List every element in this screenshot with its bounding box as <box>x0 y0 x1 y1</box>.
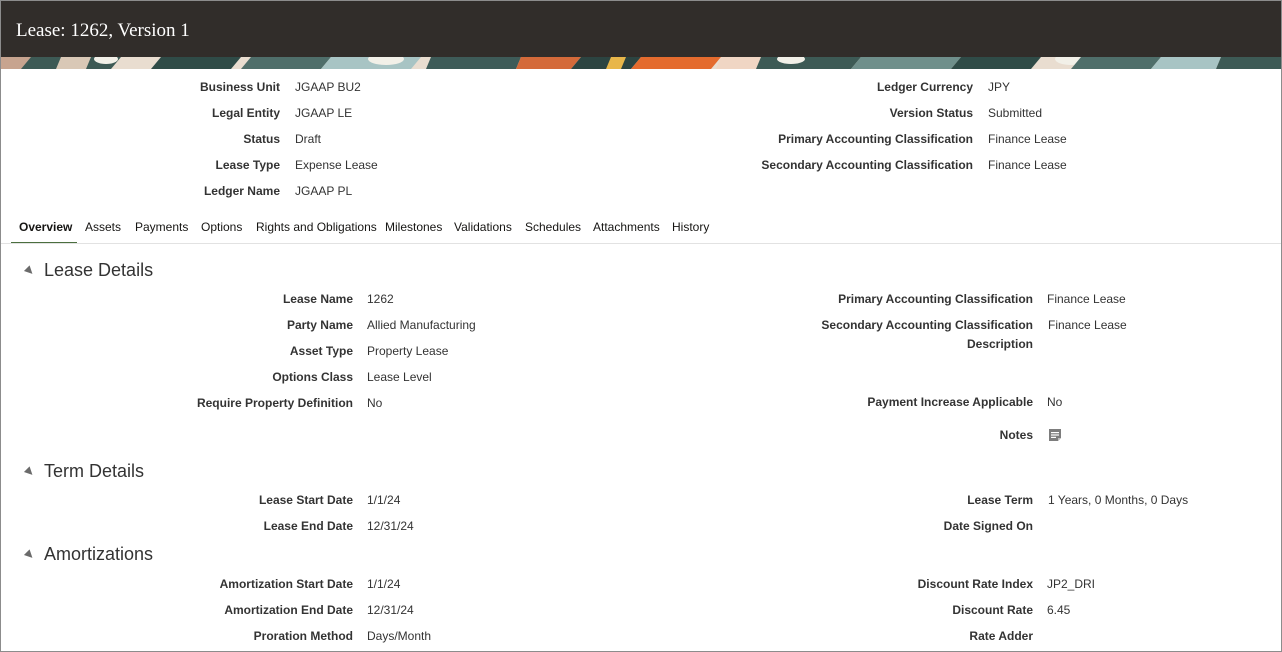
field-label: Notes <box>999 428 1033 442</box>
primary-accounting-classification-value: Finance Lease <box>1047 292 1126 306</box>
secondary-accounting-classification-value: Finance Lease <box>1048 318 1127 332</box>
version-status-value: Submitted <box>988 106 1043 120</box>
collapse-triangle-icon[interactable] <box>23 265 36 277</box>
field-label: Discount Rate Index <box>917 577 1033 591</box>
field-label: Lease End Date <box>263 519 353 533</box>
field-label: Lease Type <box>215 158 280 172</box>
section-title: Term Details <box>44 461 145 481</box>
tab-payments[interactable]: Payments <box>135 213 188 244</box>
require-property-definition-value: No <box>367 396 383 410</box>
field-label: Proration Method <box>253 629 353 643</box>
payment-increase-applicable-value: No <box>1047 395 1063 409</box>
field-label: Rate Adder <box>969 629 1033 643</box>
field-label: Amortization End Date <box>224 603 353 617</box>
lease-type-value: Expense Lease <box>295 158 378 172</box>
legal-entity-value: JGAAP LE <box>295 106 353 120</box>
decorative-banner <box>1 57 1281 69</box>
field-label: Date Signed On <box>943 519 1033 533</box>
amortization-start-date-value: 1/1/24 <box>367 577 401 591</box>
collapse-triangle-icon[interactable] <box>23 549 36 561</box>
lease-end-date-value: 12/31/24 <box>367 519 414 533</box>
notes-icon[interactable] <box>1048 428 1062 442</box>
field-label: Amortization Start Date <box>219 577 353 591</box>
field-label: Lease Name <box>282 292 353 306</box>
secondary-accounting-classification-value: Finance Lease <box>988 158 1067 172</box>
field-label: Description <box>966 337 1033 351</box>
banner-pattern-icon <box>1 57 1281 69</box>
options-class-value: Lease Level <box>367 370 432 384</box>
field-label: Business Unit <box>199 80 280 94</box>
lease-name-value: 1262 <box>367 292 394 306</box>
field-label: Ledger Name <box>203 184 280 198</box>
field-label: Asset Type <box>289 344 353 358</box>
business-unit-value: JGAAP BU2 <box>295 80 361 94</box>
lease-page: Lease: 1262, Version 1 Business Unit JGA… <box>0 0 1282 652</box>
tab-schedules[interactable]: Schedules <box>525 213 581 244</box>
party-name-value: Allied Manufacturing <box>367 318 476 332</box>
primary-accounting-classification-value: Finance Lease <box>988 132 1067 146</box>
tab-validations[interactable]: Validations <box>454 213 512 244</box>
field-label: Discount Rate <box>952 603 1033 617</box>
tab-divider <box>1 243 1281 244</box>
tab-assets[interactable]: Assets <box>85 213 121 244</box>
asset-type-value: Property Lease <box>367 344 449 358</box>
tab-milestones[interactable]: Milestones <box>385 213 442 244</box>
field-label: Primary Accounting Classification <box>838 292 1033 306</box>
tab-attachments[interactable]: Attachments <box>593 213 660 244</box>
field-label: Payment Increase Applicable <box>867 395 1033 409</box>
section-title: Amortizations <box>44 544 154 564</box>
title-bar: Lease: 1262, Version 1 <box>1 1 1281 57</box>
status-value: Draft <box>295 132 322 146</box>
field-label: Version Status <box>889 106 973 120</box>
discount-rate-value: 6.45 <box>1047 603 1071 617</box>
field-label: Party Name <box>286 318 353 332</box>
field-label: Secondary Accounting Classification <box>761 158 973 172</box>
amortization-end-date-value: 12/31/24 <box>367 603 414 617</box>
field-label: Lease Term <box>967 493 1033 507</box>
field-label: Secondary Accounting Classification <box>821 318 1033 332</box>
section-title: Lease Details <box>44 260 154 280</box>
lease-term-value: 1 Years, 0 Months, 0 Days <box>1048 493 1189 507</box>
field-label: Options Class <box>272 370 353 384</box>
collapse-triangle-icon[interactable] <box>23 466 36 478</box>
page-title: Lease: 1262, Version 1 <box>16 20 190 41</box>
lease-start-date-value: 1/1/24 <box>367 493 401 507</box>
ledger-name-value: JGAAP PL <box>295 184 353 198</box>
ledger-currency-value: JPY <box>988 80 1011 94</box>
field-label: Primary Accounting Classification <box>778 132 973 146</box>
field-label: Ledger Currency <box>876 80 973 94</box>
field-label: Legal Entity <box>211 106 280 120</box>
field-label: Require Property Definition <box>196 396 353 410</box>
field-label: Lease Start Date <box>258 493 353 507</box>
tab-rights-and-obligations[interactable]: Rights and Obligations <box>256 213 377 244</box>
tab-history[interactable]: History <box>672 213 709 244</box>
proration-method-value: Days/Month <box>367 629 432 643</box>
tab-options[interactable]: Options <box>201 213 242 244</box>
field-label: Status <box>243 132 280 146</box>
tab-overview[interactable]: Overview <box>11 213 77 244</box>
discount-rate-index-value: JP2_DRI <box>1047 577 1096 591</box>
